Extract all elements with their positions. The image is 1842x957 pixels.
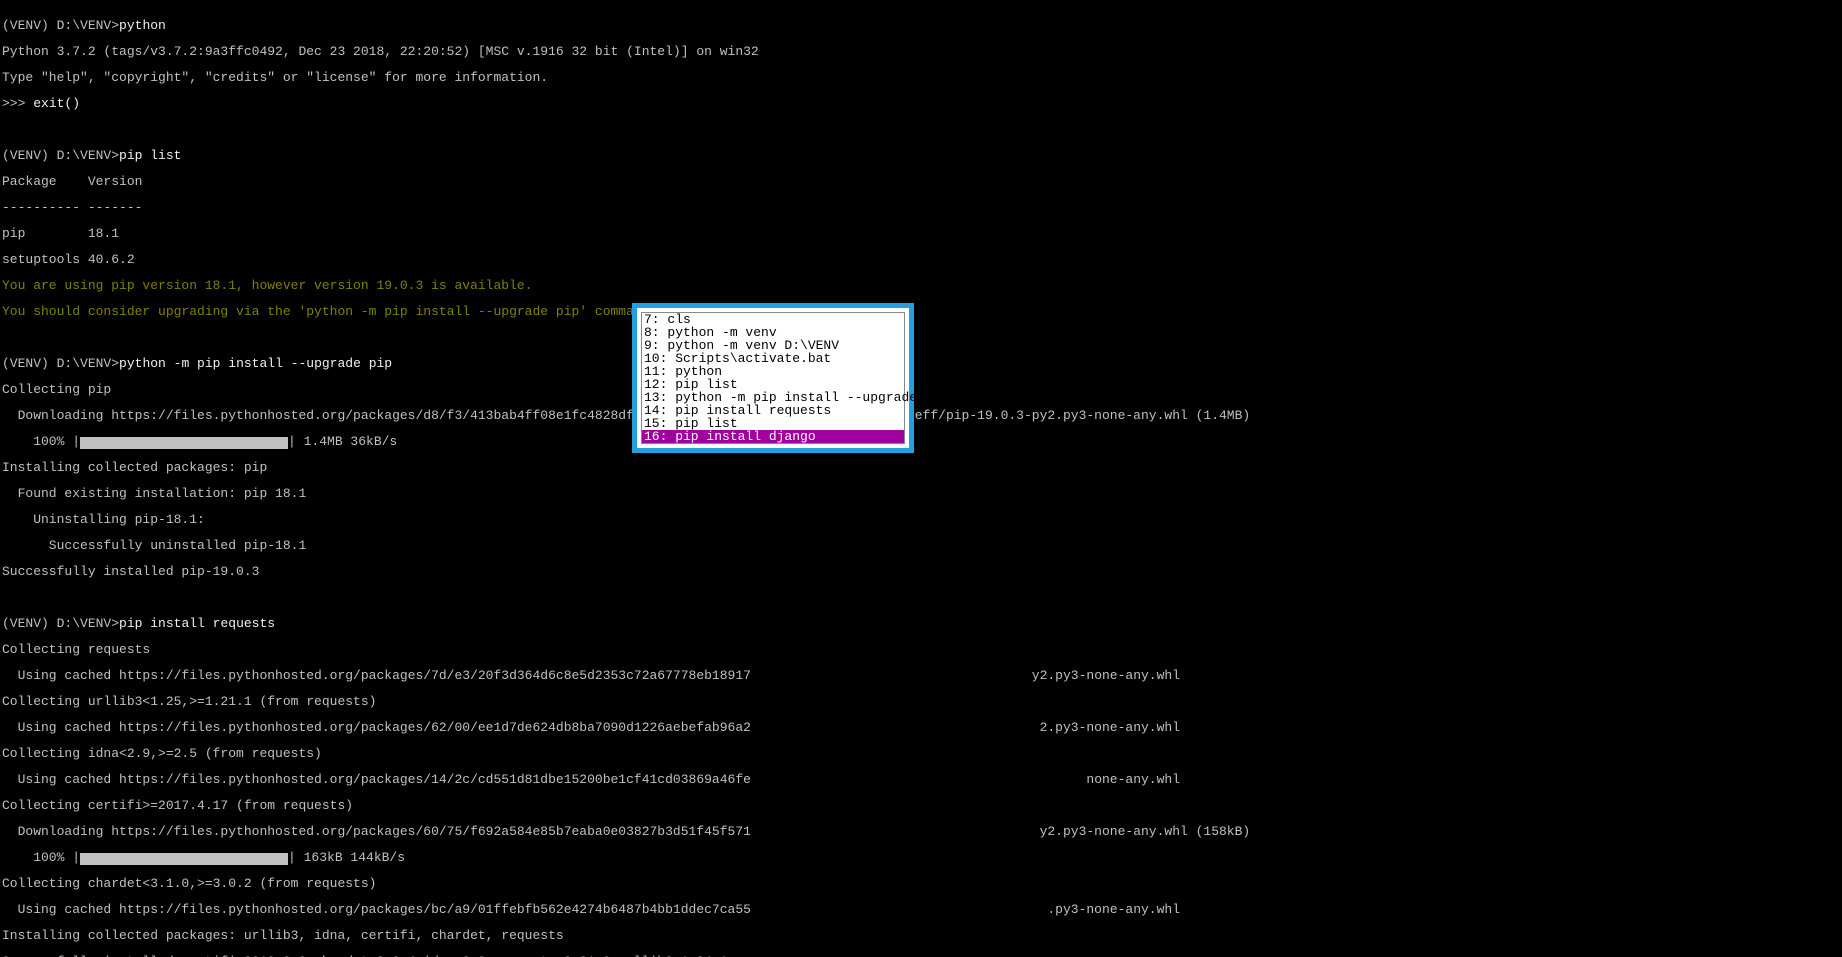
output-line: Using cached https://files.pythonhosted.… — [2, 669, 1842, 682]
output-line: Using cached https://files.pythonhosted.… — [2, 721, 1842, 734]
output-line: Collecting chardet<3.1.0,>=3.0.2 (from r… — [2, 877, 1842, 890]
output-line: Package Version — [2, 175, 1842, 188]
output-line: Installing collected packages: pip — [2, 461, 1842, 474]
output-line: (VENV) D:\VENV>pip list — [2, 149, 1842, 162]
output-line: Successfully installed pip-19.0.3 — [2, 565, 1842, 578]
output-line: (VENV) D:\VENV>python -m pip install --u… — [2, 357, 1842, 370]
output-line: setuptools 40.6.2 — [2, 253, 1842, 266]
output-line: >>> exit() — [2, 97, 1842, 110]
blank-line — [2, 331, 1842, 344]
pip-warning: You are using pip version 18.1, however … — [2, 279, 1842, 292]
command-history-list[interactable]: 7: cls 8: python -m venv 9: python -m ve… — [641, 312, 905, 444]
output-line: Collecting urllib3<1.25,>=1.21.1 (from r… — [2, 695, 1842, 708]
output-line: (VENV) D:\VENV>pip install requests — [2, 617, 1842, 630]
output-line: Collecting certifi>=2017.4.17 (from requ… — [2, 799, 1842, 812]
command-history-popup[interactable]: 7: cls 8: python -m venv 9: python -m ve… — [632, 303, 914, 453]
output-line: Successfully uninstalled pip-18.1 — [2, 539, 1842, 552]
terminal-output[interactable]: (VENV) D:\VENV>python Python 3.7.2 (tags… — [0, 0, 1842, 957]
output-line: Using cached https://files.pythonhosted.… — [2, 903, 1842, 916]
blank-line — [2, 123, 1842, 136]
output-line: Downloading https://files.pythonhosted.o… — [2, 409, 1842, 422]
output-line: Python 3.7.2 (tags/v3.7.2:9a3ffc0492, De… — [2, 45, 1842, 58]
output-line: Collecting requests — [2, 643, 1842, 656]
output-line: Uninstalling pip-18.1: — [2, 513, 1842, 526]
output-line: Downloading https://files.pythonhosted.o… — [2, 825, 1842, 838]
blank-line — [2, 591, 1842, 604]
output-line: Collecting idna<2.9,>=2.5 (from requests… — [2, 747, 1842, 760]
history-item-selected[interactable]: 16: pip install django — [642, 430, 904, 443]
progress-line: 100% || 163kB 144kB/s — [2, 851, 1842, 864]
output-line: Found existing installation: pip 18.1 — [2, 487, 1842, 500]
output-line: Installing collected packages: urllib3, … — [2, 929, 1842, 942]
output-line: ---------- ------- — [2, 201, 1842, 214]
output-line: Type "help", "copyright", "credits" or "… — [2, 71, 1842, 84]
output-line: pip 18.1 — [2, 227, 1842, 240]
progress-line: 100% || 1.4MB 36kB/s — [2, 435, 1842, 448]
output-line: Using cached https://files.pythonhosted.… — [2, 773, 1842, 786]
pip-warning: You should consider upgrading via the 'p… — [2, 305, 1842, 318]
output-line: (VENV) D:\VENV>python — [2, 19, 1842, 32]
